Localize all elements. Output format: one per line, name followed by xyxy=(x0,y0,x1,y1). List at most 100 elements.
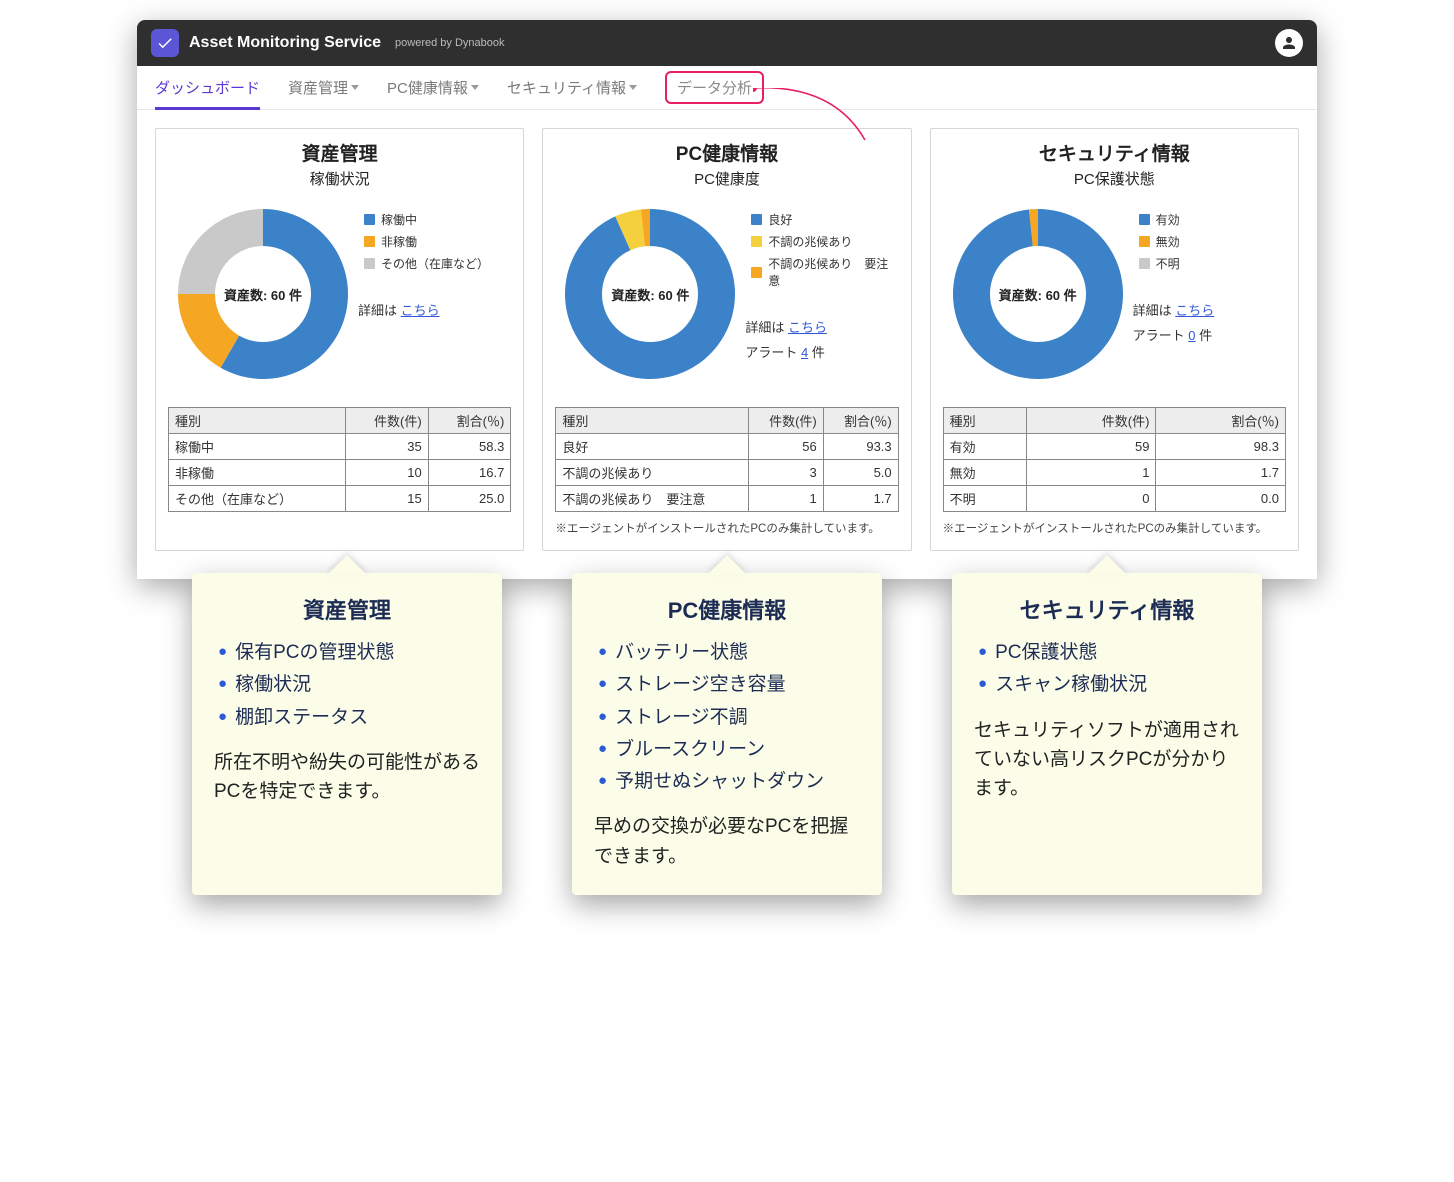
legend-label: 不調の兆候あり 要注意 xyxy=(768,255,898,289)
alert-line: アラート 0 件 xyxy=(1133,325,1286,344)
legend-item: その他（在庫など） xyxy=(364,255,511,272)
legend-label: 非稼働 xyxy=(381,233,417,250)
legend-label: 稼働中 xyxy=(381,211,417,228)
legend-item: 無効 xyxy=(1139,233,1286,250)
table-row: 良好 56 93.3 xyxy=(556,434,898,460)
donut-chart: 資産数: 60 件 xyxy=(555,199,745,389)
info-callout: 資産管理 保有PCの管理状態稼働状況棚卸ステータス 所在不明や紛失の可能性がある… xyxy=(192,573,502,895)
callout-list: バッテリー状態ストレージ空き容量ストレージ不調ブルースクリーン予期せぬシャットダ… xyxy=(594,637,860,798)
table-row: 有効 59 98.3 xyxy=(943,434,1285,460)
dashboard-card: 資産管理 稼働状況 資産数: 60 件 稼働中 非稼働 その他（在庫など） 詳細… xyxy=(155,128,524,551)
legend-label: 不調の兆候あり xyxy=(768,233,852,250)
nav-asset-management-label: 資産管理 xyxy=(288,77,348,98)
legend-item: 不調の兆候あり 要注意 xyxy=(751,255,898,289)
table-header: 件数(件) xyxy=(346,408,429,434)
card-footnote: ※エージェントがインストールされたPCのみ集計しています。 xyxy=(943,520,1286,536)
table-cell-type: 非稼働 xyxy=(169,460,346,486)
legend-color-icon xyxy=(751,214,762,225)
alert-line: アラート 4 件 xyxy=(745,342,898,361)
card-subtitle: PC健康度 xyxy=(555,168,898,189)
summary-table: 種別件数(件)割合(％) 稼働中 35 58.3 非稼働 10 16.7 その他… xyxy=(168,407,511,512)
dashboard: 資産管理 稼働状況 資産数: 60 件 稼働中 非稼働 その他（在庫など） 詳細… xyxy=(137,110,1317,579)
detail-link[interactable]: こちら xyxy=(1175,303,1214,318)
table-header: 件数(件) xyxy=(748,408,823,434)
chevron-down-icon xyxy=(629,85,637,90)
legend-color-icon xyxy=(364,258,375,269)
legend-item: 稼働中 xyxy=(364,211,511,228)
nav-dashboard[interactable]: ダッシュボード xyxy=(155,66,260,109)
nav-asset-management[interactable]: 資産管理 xyxy=(288,66,359,109)
table-cell-type: 不調の兆候あり 要注意 xyxy=(556,486,749,512)
legend-label: 有効 xyxy=(1156,211,1180,228)
callout-bullet: 棚卸ステータス xyxy=(214,702,480,734)
table-cell-percent: 98.3 xyxy=(1156,434,1286,460)
table-row: 不明 0 0.0 xyxy=(943,486,1285,512)
callout-bullet: 稼働状況 xyxy=(214,669,480,701)
legend-color-icon xyxy=(1139,236,1150,247)
table-cell-count: 1 xyxy=(748,486,823,512)
detail-line: 詳細は こちら xyxy=(745,317,898,336)
legend-item: 有効 xyxy=(1139,211,1286,228)
legend-label: 良好 xyxy=(768,211,792,228)
summary-table: 種別件数(件)割合(％) 良好 56 93.3 不調の兆候あり 3 5.0 不調… xyxy=(555,407,898,512)
nav-data-analysis-label: データ分析 xyxy=(677,77,752,98)
table-cell-percent: 1.7 xyxy=(1156,460,1286,486)
table-cell-percent: 16.7 xyxy=(428,460,511,486)
detail-link[interactable]: こちら xyxy=(401,303,440,318)
dashboard-card: セキュリティ情報 PC保護状態 資産数: 60 件 有効 無効 不明 詳細は こ… xyxy=(930,128,1299,551)
table-cell-percent: 0.0 xyxy=(1156,486,1286,512)
nav-security-label: セキュリティ情報 xyxy=(507,77,626,98)
table-cell-count: 0 xyxy=(1026,486,1156,512)
table-cell-percent: 93.3 xyxy=(823,434,898,460)
table-cell-type: 不調の兆候あり xyxy=(556,460,749,486)
callout-bullet: バッテリー状態 xyxy=(594,637,860,669)
app-window: Asset Monitoring Service powered by Dyna… xyxy=(137,20,1317,579)
table-cell-count: 59 xyxy=(1026,434,1156,460)
callout-description: 所在不明や紛失の可能性があるPCを特定できます。 xyxy=(214,748,480,807)
table-header: 割合(％) xyxy=(428,408,511,434)
table-header: 種別 xyxy=(943,408,1026,434)
chevron-down-icon xyxy=(351,85,359,90)
legend-color-icon xyxy=(1139,214,1150,225)
summary-table: 種別件数(件)割合(％) 有効 59 98.3 無効 1 1.7 不明 0 0.… xyxy=(943,407,1286,512)
user-account-icon[interactable] xyxy=(1275,29,1303,57)
nav-pc-health[interactable]: PC健康情報 xyxy=(387,66,479,109)
table-cell-count: 35 xyxy=(346,434,429,460)
legend-item: 良好 xyxy=(751,211,898,228)
table-header: 種別 xyxy=(556,408,749,434)
table-cell-type: その他（在庫など） xyxy=(169,486,346,512)
callout-list: 保有PCの管理状態稼働状況棚卸ステータス xyxy=(214,637,480,734)
donut-segment xyxy=(178,209,263,294)
info-callout: セキュリティ情報 PC保護状態スキャン稼働状況 セキュリティソフトが適用されてい… xyxy=(952,573,1262,895)
callout-row: 資産管理 保有PCの管理状態稼働状況棚卸ステータス 所在不明や紛失の可能性がある… xyxy=(137,573,1317,895)
table-row: 無効 1 1.7 xyxy=(943,460,1285,486)
table-cell-type: 良好 xyxy=(556,434,749,460)
chart-legend: 良好 不調の兆候あり 不調の兆候あり 要注意 xyxy=(751,211,898,289)
nav-data-analysis[interactable]: データ分析 xyxy=(665,71,764,104)
table-cell-type: 稼働中 xyxy=(169,434,346,460)
table-cell-percent: 25.0 xyxy=(428,486,511,512)
info-callout: PC健康情報 バッテリー状態ストレージ空き容量ストレージ不調ブルースクリーン予期… xyxy=(572,573,882,895)
legend-color-icon xyxy=(751,267,762,278)
callout-title: セキュリティ情報 xyxy=(974,593,1240,625)
nav-security[interactable]: セキュリティ情報 xyxy=(507,66,637,109)
table-header: 割合(％) xyxy=(1156,408,1286,434)
callout-bullet: ストレージ空き容量 xyxy=(594,669,860,701)
card-title: 資産管理 xyxy=(168,139,511,166)
nav-dashboard-label: ダッシュボード xyxy=(155,77,260,98)
chart-legend: 稼働中 非稼働 その他（在庫など） xyxy=(364,211,511,272)
navbar: ダッシュボード 資産管理 PC健康情報 セキュリティ情報 データ分析 xyxy=(137,66,1317,110)
table-row: 非稼働 10 16.7 xyxy=(169,460,511,486)
alert-count-link[interactable]: 4 xyxy=(801,345,808,360)
legend-color-icon xyxy=(364,236,375,247)
table-row: 稼働中 35 58.3 xyxy=(169,434,511,460)
titlebar: Asset Monitoring Service powered by Dyna… xyxy=(137,20,1317,66)
table-cell-percent: 5.0 xyxy=(823,460,898,486)
alert-count-link[interactable]: 0 xyxy=(1188,328,1195,343)
detail-link[interactable]: こちら xyxy=(788,320,827,335)
dashboard-card: PC健康情報 PC健康度 資産数: 60 件 良好 不調の兆候あり 不調の兆候あ… xyxy=(542,128,911,551)
callout-bullet: スキャン稼働状況 xyxy=(974,669,1240,701)
table-cell-type: 不明 xyxy=(943,486,1026,512)
app-logo-icon xyxy=(151,29,179,57)
callout-list: PC保護状態スキャン稼働状況 xyxy=(974,637,1240,702)
